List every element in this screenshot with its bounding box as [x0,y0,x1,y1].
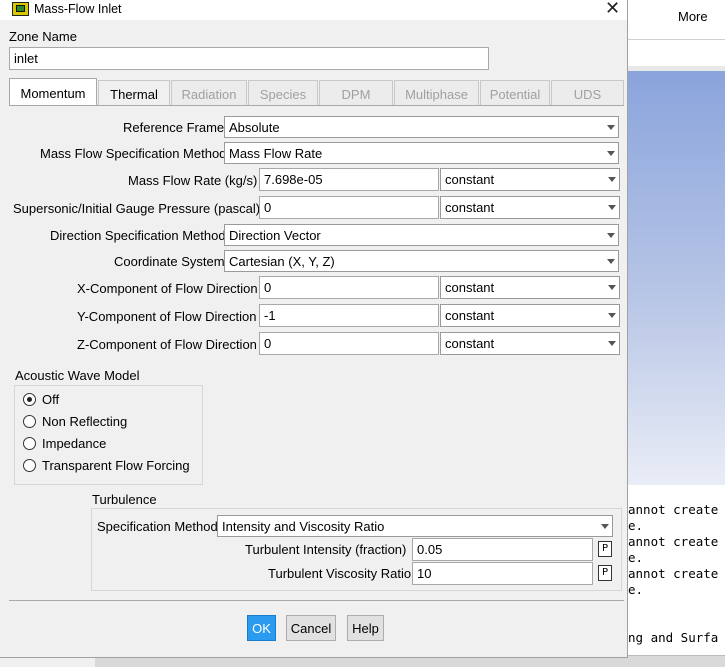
chevron-down-icon [607,233,615,238]
tab-momentum[interactable]: Momentum [9,78,97,106]
console-output: annot create e. annot create e. annot cr… [628,495,725,655]
app-icon [12,2,29,16]
tab-dpm[interactable]: DPM [319,80,393,106]
mass-flow-inlet-dialog: Mass-Flow Inlet ✕ Zone Name inlet Moment… [0,0,628,658]
mass-flow-spec-label: Mass Flow Specification Method [40,146,227,161]
parameter-button[interactable]: P [598,541,612,557]
z-component-profile-value: constant [445,336,495,351]
mass-flow-rate-profile-value: constant [445,172,495,187]
acoustic-off-radio[interactable] [23,393,36,406]
acoustic-off-label: Off [42,392,60,407]
y-component-profile-value: constant [445,308,495,323]
turbulence-spec-method-select[interactable]: Intensity and Viscosity Ratio [217,515,613,537]
turbulent-intensity-label: Turbulent Intensity (fraction) [245,542,407,557]
chevron-down-icon [608,313,616,318]
gauge-pressure-profile-value: constant [445,200,495,215]
mass-flow-rate-label: Mass Flow Rate (kg/s) [128,173,258,188]
turbulent-intensity-input[interactable]: 0.05 [412,538,593,561]
x-component-label: X-Component of Flow Direction [77,281,258,296]
acoustic-impedance-radio[interactable] [23,437,36,450]
z-component-profile-select[interactable]: constant [440,332,620,355]
acoustic-non-reflecting-radio[interactable] [23,415,36,428]
background-toolbar [628,0,725,40]
chevron-down-icon [608,177,616,182]
acoustic-impedance-label: Impedance [42,436,107,451]
y-component-profile-select[interactable]: constant [440,304,620,327]
tab-radiation[interactable]: Radiation [171,80,247,106]
gauge-pressure-label: Supersonic/Initial Gauge Pressure (pasca… [13,201,261,216]
tab-multiphase[interactable]: Multiphase [394,80,479,106]
zone-name-label: Zone Name [9,29,77,44]
turbulence-title: Turbulence [92,492,157,507]
acoustic-transparent-label: Transparent Flow Forcing [42,458,190,473]
x-component-input[interactable]: 0 [259,276,439,299]
console-line: ng and Surfa [628,630,719,645]
ok-button[interactable]: OK [247,615,276,641]
coordinate-system-select[interactable]: Cartesian (X, Y, Z) [224,250,619,272]
reference-frame-label: Reference Frame [123,120,225,135]
direction-spec-select[interactable]: Direction Vector [224,224,619,246]
mass-flow-rate-input[interactable]: 7.698e-05 [259,168,439,191]
direction-spec-value: Direction Vector [229,228,321,243]
turbulent-viscosity-label: Turbulent Viscosity Ratio [268,566,412,581]
console-line: annot create [628,566,719,581]
console-line: annot create [628,534,719,549]
mass-flow-rate-profile-select[interactable]: constant [440,168,620,191]
help-button[interactable]: Help [347,615,384,641]
console-line: annot create [628,502,719,517]
divider [9,600,624,601]
tab-potential[interactable]: Potential [480,80,550,106]
x-component-profile-select[interactable]: constant [440,276,620,299]
reference-frame-value: Absolute [229,120,280,135]
y-component-input[interactable]: -1 [259,304,439,327]
tab-species[interactable]: Species [248,80,318,106]
chevron-down-icon [608,205,616,210]
zone-name-input[interactable]: inlet [9,47,489,70]
tab-thermal[interactable]: Thermal [98,80,170,106]
coordinate-system-label: Coordinate System [114,254,225,269]
mass-flow-spec-select[interactable]: Mass Flow Rate [224,142,619,164]
turbulence-spec-method-label: Specification Method [97,519,218,534]
turbulence-spec-method-value: Intensity and Viscosity Ratio [222,519,385,534]
console-line: e. [628,582,644,597]
turbulent-viscosity-input[interactable]: 10 [412,562,593,585]
chevron-down-icon [608,341,616,346]
dialog-titlebar: Mass-Flow Inlet ✕ [0,0,627,20]
direction-spec-label: Direction Specification Method [50,228,226,243]
acoustic-transparent-radio[interactable] [23,459,36,472]
cancel-button[interactable]: Cancel [286,615,336,641]
graphics-viewport[interactable] [628,71,725,485]
console-line: e. [628,550,644,565]
chevron-down-icon [608,285,616,290]
chevron-down-icon [607,259,615,264]
z-component-input[interactable]: 0 [259,332,439,355]
chevron-down-icon [601,524,609,529]
acoustic-wave-model-title: Acoustic Wave Model [15,368,140,383]
close-icon[interactable]: ✕ [605,0,620,19]
console-line: e. [628,518,644,533]
more-button[interactable]: More [678,9,708,24]
parameter-button[interactable]: P [598,565,612,581]
dialog-title: Mass-Flow Inlet [34,2,122,16]
z-component-label: Z-Component of Flow Direction [77,337,257,352]
reference-frame-select[interactable]: Absolute [224,116,619,138]
y-component-label: Y-Component of Flow Direction [77,309,257,324]
mass-flow-spec-value: Mass Flow Rate [229,146,323,161]
gauge-pressure-profile-select[interactable]: constant [440,196,620,219]
chevron-down-icon [607,125,615,130]
x-component-profile-value: constant [445,280,495,295]
acoustic-non-reflecting-label: Non Reflecting [42,414,128,429]
chevron-down-icon [607,151,615,156]
tab-uds[interactable]: UDS [551,80,624,106]
gauge-pressure-input[interactable]: 0 [259,196,439,219]
coordinate-system-value: Cartesian (X, Y, Z) [229,254,335,269]
